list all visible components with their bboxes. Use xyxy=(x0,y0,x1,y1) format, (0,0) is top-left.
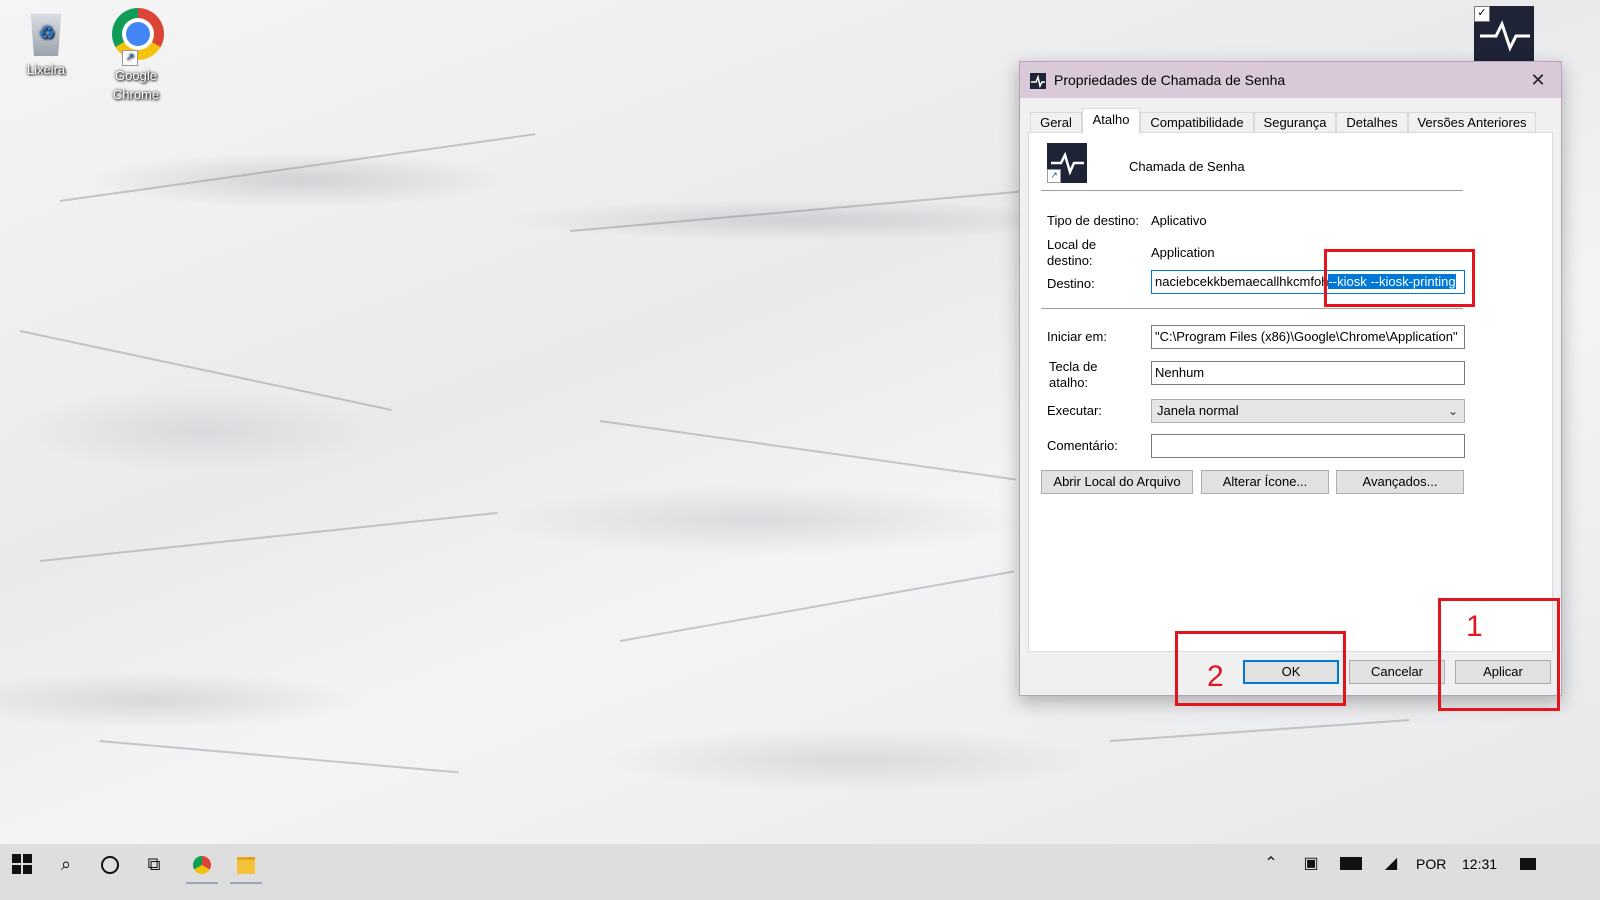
recycle-bin-icon: ♻ xyxy=(22,10,70,58)
annotation-box-destino xyxy=(1324,249,1475,307)
taskbar: ⌕ ⧉ ⌃ ▣ ◢ POR 12:31 xyxy=(0,844,1600,900)
shortcut-name: Chamada de Senha xyxy=(1129,159,1245,174)
show-hidden-icons-button[interactable]: ⌃ xyxy=(1256,844,1286,884)
wifi-icon: ◢ xyxy=(1384,855,1398,872)
alterar-icone-button[interactable]: Alterar Ícone... xyxy=(1201,470,1329,494)
meet-now-icon: ▣ xyxy=(1303,855,1319,872)
marble-vein xyxy=(39,511,498,562)
tecla-label: Tecla de atalho: xyxy=(1049,359,1097,391)
desktop-icon-label: Google Chrome xyxy=(112,68,160,102)
tab-geral[interactable]: Geral xyxy=(1030,112,1082,133)
tab-seguranca[interactable]: Segurança xyxy=(1254,112,1336,133)
shortcut-arrow-icon: ↗ xyxy=(1047,169,1061,183)
atalho-panel: ↗ Chamada de Senha Tipo de destino: Apli… xyxy=(1028,132,1553,652)
chrome-icon: ↗ xyxy=(112,8,164,66)
marble-vein xyxy=(99,740,459,774)
divider xyxy=(1041,308,1463,309)
shortcut-arrow-icon: ↗ xyxy=(122,50,138,66)
local-destino-label: Local de destino: xyxy=(1047,237,1096,269)
tipo-destino-label: Tipo de destino: xyxy=(1047,213,1140,228)
file-explorer-icon xyxy=(237,856,255,874)
tab-atalho[interactable]: Atalho xyxy=(1082,108,1140,134)
executar-value: Janela normal xyxy=(1157,403,1239,418)
iniciar-label: Iniciar em: xyxy=(1047,329,1107,344)
marble-vein xyxy=(19,330,392,411)
cortana-button[interactable] xyxy=(88,844,132,884)
battery-icon xyxy=(1340,857,1362,871)
task-view-icon: ⧉ xyxy=(147,854,161,874)
desktop-icon-recycle-bin[interactable]: ♻ Lixeira xyxy=(6,10,86,79)
shortcut-large-icon: ↗ xyxy=(1047,143,1087,183)
annotation-number-1: 1 xyxy=(1466,610,1483,643)
search-icon: ⌕ xyxy=(60,854,72,874)
tab-compatibilidade[interactable]: Compatibilidade xyxy=(1140,112,1254,133)
action-center-button[interactable] xyxy=(1512,844,1544,884)
annotation-number-2: 2 xyxy=(1207,660,1224,693)
search-button[interactable]: ⌕ xyxy=(44,844,88,884)
notifications-icon xyxy=(1520,857,1536,870)
taskbar-file-explorer[interactable] xyxy=(224,844,268,884)
local-destino-label-line2: destino: xyxy=(1047,253,1093,268)
local-destino-label-line1: Local de xyxy=(1047,237,1097,252)
executar-select[interactable]: Janela normal ⌄ xyxy=(1151,399,1465,423)
tecla-label-line2: atalho: xyxy=(1049,375,1089,390)
tecla-label-line1: Tecla de xyxy=(1049,359,1098,374)
annotation-box-aplicar xyxy=(1438,598,1560,711)
desktop-icon-google-chrome[interactable]: ↗ Google Chrome xyxy=(96,8,176,104)
comentario-input[interactable] xyxy=(1151,434,1465,458)
marble-vein xyxy=(1109,719,1410,742)
marble-vein xyxy=(619,570,1015,642)
close-icon: ✕ xyxy=(1530,70,1546,90)
cortana-icon xyxy=(101,856,119,875)
windows-start-icon xyxy=(12,854,32,874)
dialog-title: Propriedades de Chamada de Senha xyxy=(1054,72,1286,88)
abrir-local-button[interactable]: Abrir Local do Arquivo xyxy=(1041,470,1193,494)
chevron-up-icon: ⌃ xyxy=(1264,855,1278,872)
divider xyxy=(1041,190,1463,191)
chrome-icon xyxy=(193,856,211,875)
pulse-icon xyxy=(1480,20,1530,52)
start-button[interactable] xyxy=(0,844,44,884)
iniciar-input[interactable]: "C:\Program Files (x86)\Google\Chrome\Ap… xyxy=(1151,325,1465,349)
tab-detalhes[interactable]: Detalhes xyxy=(1336,112,1408,133)
close-button[interactable]: ✕ xyxy=(1515,62,1561,98)
local-destino-value: Application xyxy=(1151,245,1215,260)
marble-vein xyxy=(569,184,1089,232)
desktop-icon-label: Lixeira xyxy=(26,62,66,77)
language-indicator[interactable]: POR xyxy=(1416,856,1446,872)
taskbar-chrome[interactable] xyxy=(180,844,224,884)
executar-label: Executar: xyxy=(1047,403,1102,418)
meet-now-button[interactable]: ▣ xyxy=(1296,844,1326,884)
destino-text: naciebcekkbemaecallhkcmfoh xyxy=(1155,274,1329,289)
clock[interactable]: 12:31 xyxy=(1462,856,1497,872)
cancelar-button[interactable]: Cancelar xyxy=(1349,660,1445,684)
task-view-button[interactable]: ⧉ xyxy=(132,844,176,884)
avancados-button[interactable]: Avançados... xyxy=(1336,470,1464,494)
annotation-box-ok xyxy=(1175,631,1346,706)
network-button[interactable]: ◢ xyxy=(1376,844,1406,884)
tecla-atalho-input[interactable]: Nenhum xyxy=(1151,361,1465,385)
app-icon xyxy=(1030,73,1046,89)
title-bar[interactable]: Propriedades de Chamada de Senha ✕ xyxy=(1020,62,1561,98)
tipo-destino-value: Aplicativo xyxy=(1151,213,1207,228)
marble-vein xyxy=(59,133,536,202)
desktop-icon-chamada-de-senha[interactable]: ✓ xyxy=(1474,6,1534,62)
marble-vein xyxy=(599,420,1017,481)
chevron-down-icon: ⌄ xyxy=(1447,404,1458,418)
comentario-label: Comentário: xyxy=(1047,438,1118,453)
battery-button[interactable] xyxy=(1336,844,1366,884)
tab-versoes-anteriores[interactable]: Versões Anteriores xyxy=(1408,112,1536,133)
destino-label: Destino: xyxy=(1047,276,1095,291)
